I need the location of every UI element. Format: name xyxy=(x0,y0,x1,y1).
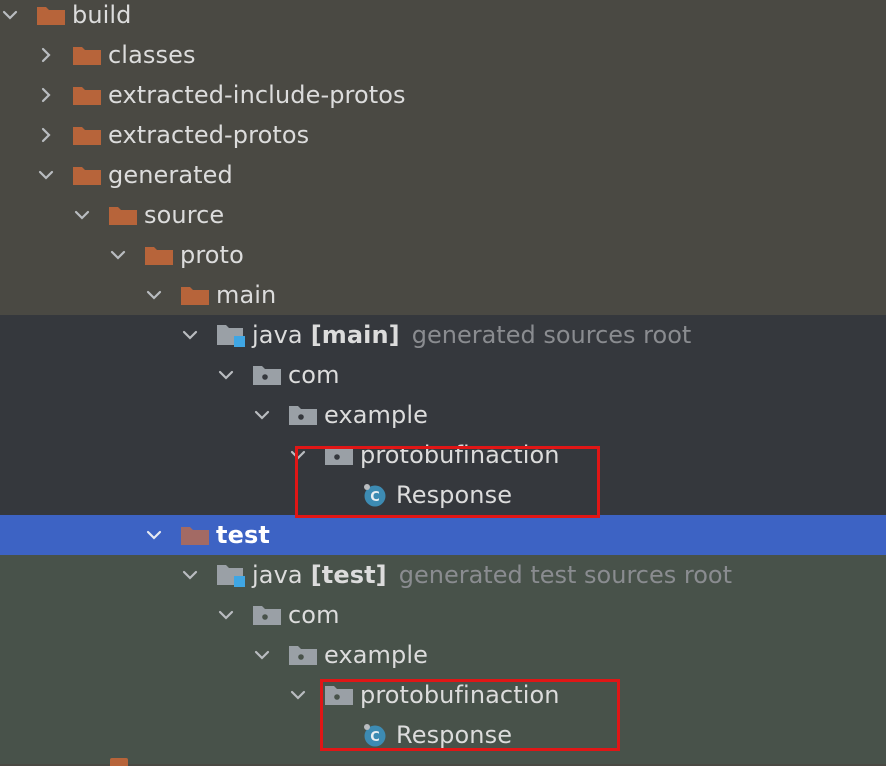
tree-row-response-test[interactable]: C Response xyxy=(0,715,886,755)
chevron-down-icon[interactable] xyxy=(288,685,308,705)
folder-icon xyxy=(180,283,210,307)
svg-text:C: C xyxy=(370,490,380,505)
package-icon xyxy=(252,363,282,387)
tree-item-label: example xyxy=(324,641,429,669)
chevron-down-icon[interactable] xyxy=(288,445,308,465)
tree-item-label: example xyxy=(324,401,429,429)
folder-icon xyxy=(72,43,102,67)
tree-item-label: source xyxy=(144,201,225,229)
chevron-down-icon[interactable] xyxy=(144,525,164,545)
folder-icon xyxy=(144,243,174,267)
tree-row-extracted-include-protos[interactable]: extracted-include-protos xyxy=(0,75,886,115)
chevron-down-icon[interactable] xyxy=(36,165,56,185)
folder-icon xyxy=(72,83,102,107)
tree-row-build[interactable]: build xyxy=(0,0,886,35)
source-set-tag: [test] xyxy=(310,561,387,589)
svg-text:C: C xyxy=(370,730,380,745)
folder-icon xyxy=(72,123,102,147)
chevron-down-icon[interactable] xyxy=(216,365,236,385)
chevron-right-icon[interactable] xyxy=(36,125,56,145)
tree-row-java-test[interactable]: java [test] generated test sources root xyxy=(0,555,886,595)
tree-row-main[interactable]: main xyxy=(0,275,886,315)
chevron-down-icon[interactable] xyxy=(216,605,236,625)
tree-item-label: proto xyxy=(180,241,244,269)
tree-item-label: test xyxy=(216,521,270,549)
package-icon xyxy=(288,403,318,427)
package-icon xyxy=(288,643,318,667)
chevron-down-icon[interactable] xyxy=(252,405,272,425)
tree-item-label: extracted-protos xyxy=(108,121,310,149)
package-icon xyxy=(324,683,354,707)
tree-item-label: java xyxy=(252,561,303,589)
root-type-hint: generated test sources root xyxy=(398,561,732,589)
tree-item-label: com xyxy=(288,361,340,389)
tree-row-protobufinaction-main[interactable]: protobufinaction xyxy=(0,435,886,475)
tree-row-extracted-protos[interactable]: extracted-protos xyxy=(0,115,886,155)
source-root-icon xyxy=(216,323,246,347)
tree-row-generated[interactable]: generated xyxy=(0,155,886,195)
chevron-right-icon[interactable] xyxy=(36,45,56,65)
tree-row-example-main[interactable]: example xyxy=(0,395,886,435)
tree-item-label: Response xyxy=(396,721,513,749)
chevron-down-icon[interactable] xyxy=(144,285,164,305)
tree-row-proto[interactable]: proto xyxy=(0,235,886,275)
class-icon: C xyxy=(360,483,390,507)
tree-row-java-main[interactable]: java [main] generated sources root xyxy=(0,315,886,355)
folder-icon xyxy=(72,163,102,187)
folder-icon xyxy=(110,758,128,766)
tree-item-label: Response xyxy=(396,481,513,509)
test-source-root-icon xyxy=(216,563,246,587)
package-icon xyxy=(324,443,354,467)
tree-item-label: java xyxy=(252,321,303,349)
folder-icon xyxy=(36,3,66,27)
folder-icon xyxy=(180,523,210,547)
folder-icon xyxy=(108,203,138,227)
chevron-down-icon[interactable] xyxy=(0,5,20,25)
tree-item-label: build xyxy=(72,1,132,29)
tree-item-label: main xyxy=(216,281,277,309)
package-icon xyxy=(252,603,282,627)
chevron-down-icon[interactable] xyxy=(180,565,200,585)
tree-item-label: classes xyxy=(108,41,196,69)
tree-item-label: extracted-include-protos xyxy=(108,81,406,109)
tree-row-test[interactable]: test xyxy=(0,515,886,555)
tree-item-label: generated xyxy=(108,161,233,189)
tree-row-response-main[interactable]: C Response xyxy=(0,475,886,515)
tree-row-source[interactable]: source xyxy=(0,195,886,235)
source-set-tag: [main] xyxy=(310,321,400,349)
tree-row-protobufinaction-test[interactable]: protobufinaction xyxy=(0,675,886,715)
chevron-down-icon[interactable] xyxy=(108,245,128,265)
tree-item-label: com xyxy=(288,601,340,629)
root-type-hint: generated sources root xyxy=(411,321,692,349)
tree-row-com-test[interactable]: com xyxy=(0,595,886,635)
chevron-down-icon[interactable] xyxy=(252,645,272,665)
class-icon: C xyxy=(360,723,390,747)
chevron-down-icon[interactable] xyxy=(180,325,200,345)
tree-item-label: protobufinaction xyxy=(360,441,560,469)
tree-item-label: protobufinaction xyxy=(360,681,560,709)
chevron-down-icon[interactable] xyxy=(72,205,92,225)
tree-row-classes[interactable]: classes xyxy=(0,35,886,75)
tree-row-example-test[interactable]: example xyxy=(0,635,886,675)
chevron-right-icon[interactable] xyxy=(36,85,56,105)
tree-row-com-main[interactable]: com xyxy=(0,355,886,395)
